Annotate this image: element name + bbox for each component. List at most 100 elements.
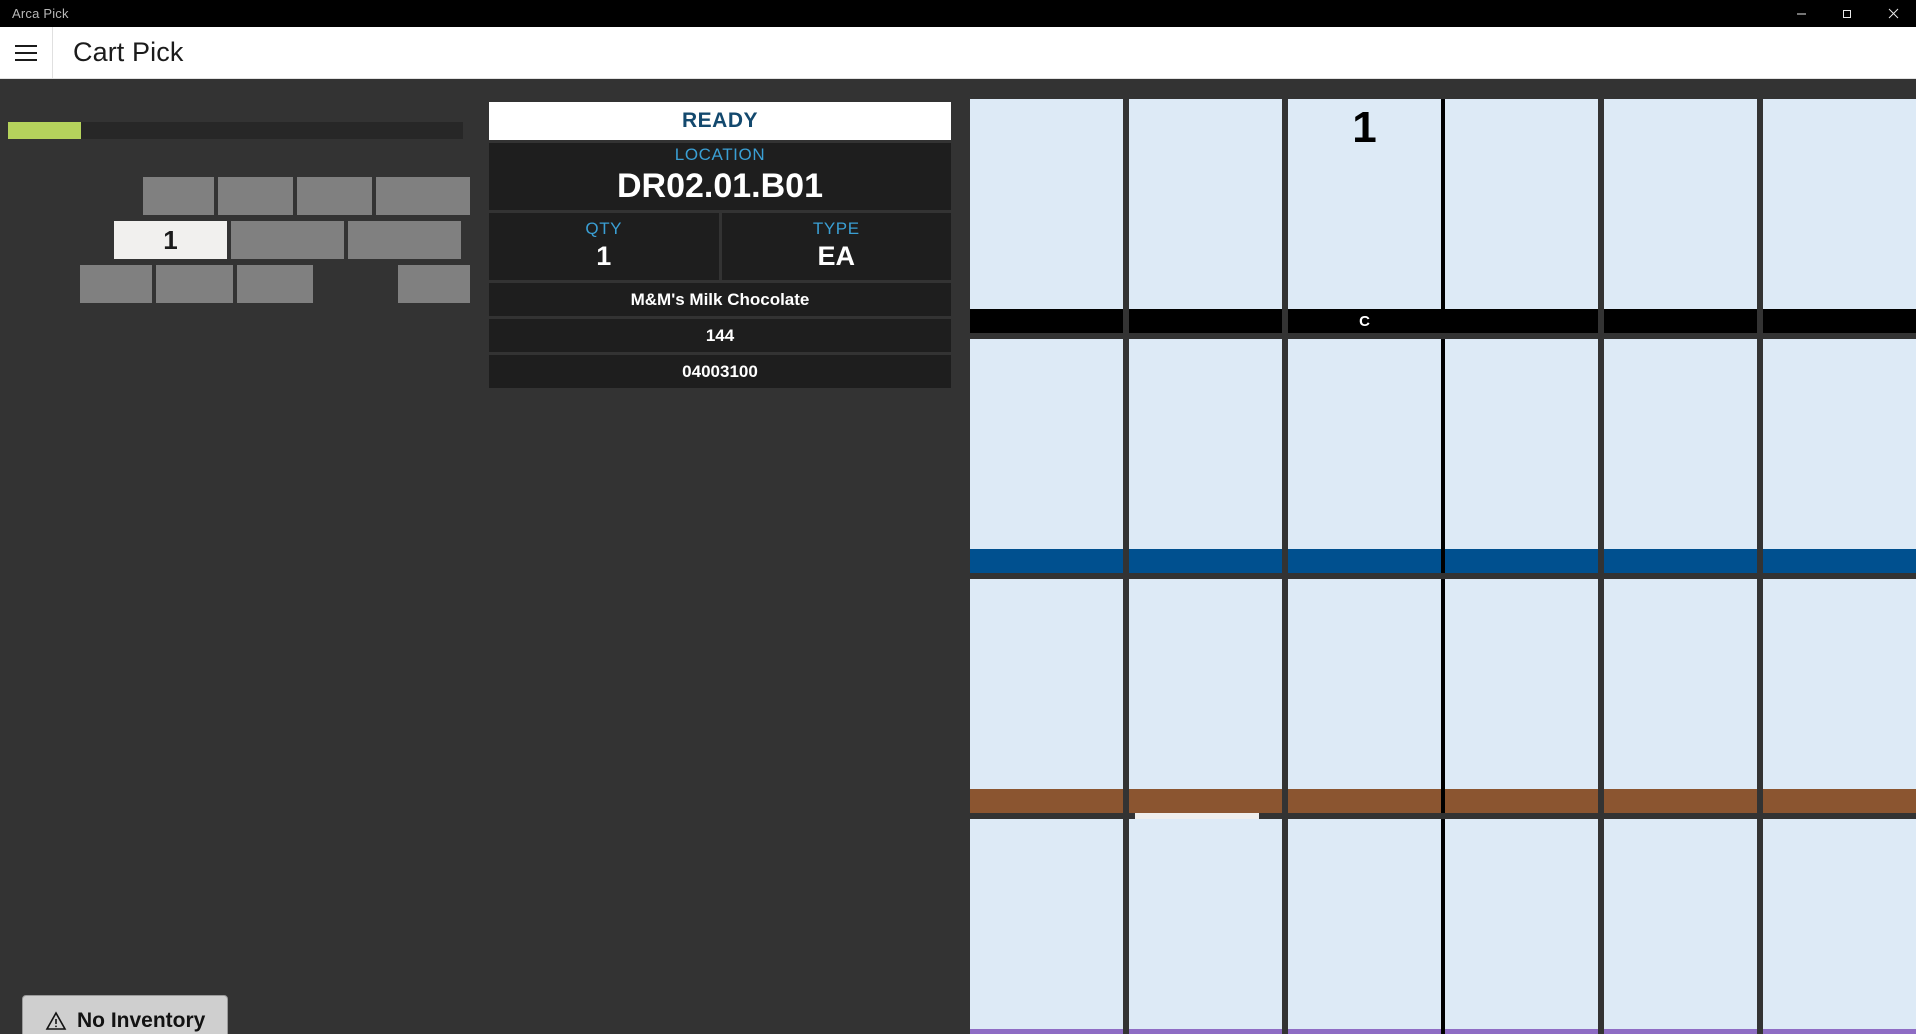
qty-type-row: QTY 1 TYPE EA: [489, 213, 951, 280]
rack-bay-band: C: [1288, 309, 1441, 333]
rack-bay-face: [1604, 819, 1757, 1029]
rack-bay[interactable]: [1445, 339, 1598, 573]
restore-icon[interactable]: [1824, 0, 1870, 27]
rack-bay[interactable]: [1604, 339, 1757, 573]
close-icon[interactable]: [1870, 0, 1916, 27]
header-divider: [52, 26, 53, 79]
rack-bay-band: [1763, 309, 1916, 333]
page-title: Cart Pick: [73, 37, 184, 67]
rack-bay[interactable]: [1445, 99, 1598, 333]
cart-slot-gap: [317, 265, 393, 303]
pick-progress-bar: [8, 122, 463, 139]
rack-bay[interactable]: [1288, 579, 1441, 813]
no-inventory-button[interactable]: No Inventory: [22, 995, 229, 1034]
main-content: 1 READY LOCATION DR02.01.B01 QTY 1 TYPE …: [0, 79, 1916, 1034]
rack-bay[interactable]: [1445, 819, 1598, 1034]
no-inventory-label: No Inventory: [77, 1009, 206, 1032]
rack-bay[interactable]: [1763, 99, 1916, 333]
rack-group-left: [970, 819, 1441, 1034]
rack-bay-face: [970, 99, 1123, 309]
rack-group-left: [970, 339, 1441, 573]
cart-slot-gap: [80, 177, 139, 215]
rack-bay-face: [1604, 99, 1757, 309]
rack-bay-face: [1445, 579, 1598, 789]
pick-info-stack: READY LOCATION DR02.01.B01 QTY 1 TYPE EA…: [489, 102, 951, 388]
rack-bay-face: [1445, 339, 1598, 549]
rack-bay-face: [1129, 579, 1282, 789]
rack-bay-face: [970, 579, 1123, 789]
rack-bay[interactable]: [1763, 819, 1916, 1034]
rack-bay[interactable]: [1445, 579, 1598, 813]
rack-row: [970, 579, 1916, 813]
cart-slot[interactable]: [348, 221, 461, 259]
window-titlebar: Arca Pick: [0, 0, 1916, 27]
cart-map-row: [80, 265, 471, 303]
pick-progress-fill: [8, 122, 81, 139]
minimize-icon[interactable]: [1778, 0, 1824, 27]
rack-bay-face: [1763, 99, 1916, 309]
rack-row: [970, 339, 1916, 573]
warning-triangle-icon: [45, 1011, 67, 1030]
rack-bay-face: [1763, 579, 1916, 789]
rack-bay-face: [1288, 339, 1441, 549]
qty-label: QTY: [585, 219, 623, 238]
window-title: Arca Pick: [12, 6, 69, 21]
rack-bay-face: [1129, 819, 1282, 1029]
cart-slot[interactable]: [80, 265, 153, 303]
rack-bay[interactable]: [970, 819, 1123, 1034]
rack-bay[interactable]: [1763, 339, 1916, 573]
rack-bay[interactable]: [1288, 819, 1441, 1034]
rack-bay-band: [1445, 549, 1598, 573]
cart-slot[interactable]: [397, 265, 471, 303]
rack-layout-grid: 1C: [970, 99, 1916, 1034]
rack-bay-face: [1604, 579, 1757, 789]
qty-block: QTY 1: [489, 213, 719, 280]
cart-slot[interactable]: [231, 221, 344, 259]
cart-slot[interactable]: [297, 177, 373, 215]
rack-bay-face: [970, 819, 1123, 1029]
rack-bay[interactable]: [1129, 99, 1282, 333]
item-pack-size: 144: [489, 319, 951, 352]
cart-slot[interactable]: [156, 265, 233, 303]
rack-bay[interactable]: [970, 579, 1123, 813]
rack-bay[interactable]: [970, 339, 1123, 573]
cart-slot[interactable]: [236, 265, 314, 303]
rack-bay-band: [970, 549, 1123, 573]
rack-bay-band: [1604, 789, 1757, 813]
rack-bay[interactable]: [1288, 339, 1441, 573]
rack-bay[interactable]: [1129, 819, 1282, 1034]
rack-bay[interactable]: [1604, 99, 1757, 333]
rack-bay[interactable]: 1C: [1288, 99, 1441, 333]
type-block: TYPE EA: [721, 213, 951, 280]
cart-slot[interactable]: [217, 177, 294, 215]
rack-row: 1C: [970, 99, 1916, 333]
rack-bay-face: [1445, 819, 1598, 1029]
rack-group-right: [1445, 339, 1916, 573]
rack-bay-face: [1288, 819, 1441, 1029]
rack-bay-band: [1604, 549, 1757, 573]
rack-bay[interactable]: [1604, 819, 1757, 1034]
rack-bay-band: [970, 789, 1123, 813]
rack-bay-band: [1604, 309, 1757, 333]
rack-group-left: 1C: [970, 99, 1441, 333]
item-description: M&M's Milk Chocolate: [489, 283, 951, 316]
rack-bay-band: [1445, 789, 1598, 813]
rack-bay-band: [1763, 549, 1916, 573]
app-header: Cart Pick: [0, 26, 1916, 79]
rack-bay[interactable]: [1604, 579, 1757, 813]
rack-bay[interactable]: [1129, 579, 1282, 813]
cart-slot[interactable]: [142, 177, 214, 215]
rack-bay[interactable]: [1129, 339, 1282, 573]
cart-slot[interactable]: [376, 177, 470, 215]
cart-map-row: [80, 177, 470, 215]
rack-bay[interactable]: [970, 99, 1123, 333]
hamburger-menu-icon[interactable]: [0, 27, 52, 79]
rack-bay-band: [1763, 789, 1916, 813]
rack-group-right: [1445, 819, 1916, 1034]
cart-slot-active[interactable]: 1: [114, 221, 227, 259]
cart-slot-gap: [80, 221, 110, 259]
rack-row: [970, 819, 1916, 1034]
rack-bay-band: [1129, 549, 1282, 573]
rack-bay[interactable]: [1763, 579, 1916, 813]
location-value: DR02.01.B01: [616, 167, 823, 205]
